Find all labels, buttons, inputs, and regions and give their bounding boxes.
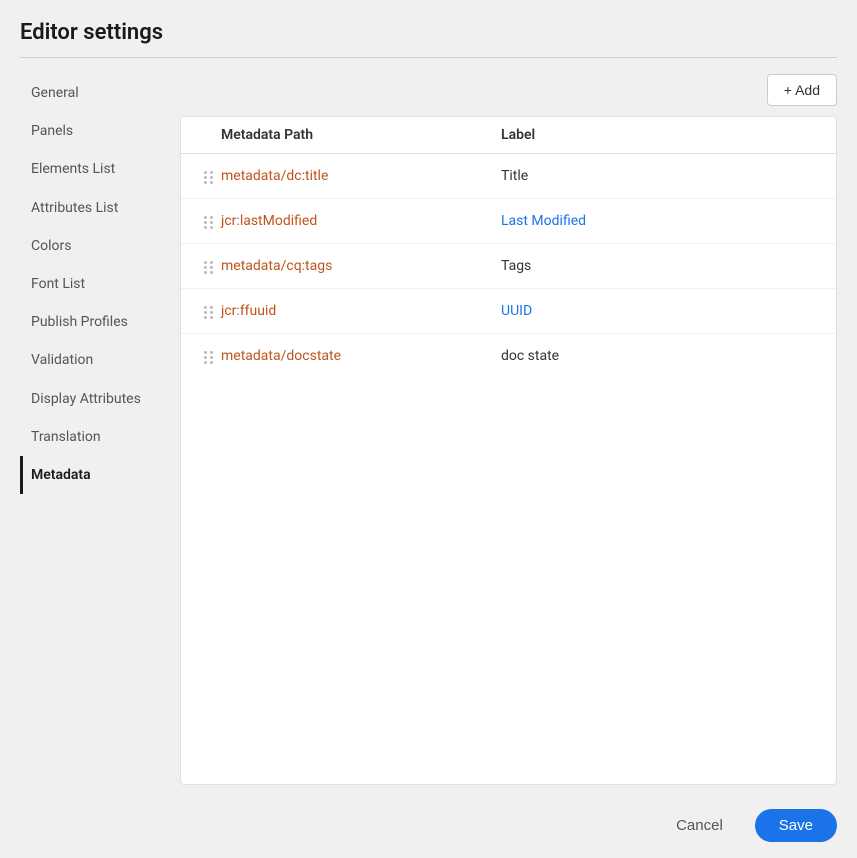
drag-handle-icon[interactable] xyxy=(197,259,221,274)
sidebar-item-metadata[interactable]: Metadata xyxy=(20,456,180,494)
table-row: jcr:lastModifiedLast Modified xyxy=(181,199,836,244)
metadata-path-cell: jcr:lastModified xyxy=(221,213,501,229)
table-header: Metadata Path Label xyxy=(181,117,836,154)
footer: Cancel Save xyxy=(20,793,837,858)
column-header-path: Metadata Path xyxy=(221,127,501,143)
table-row: metadata/dc:titleTitle xyxy=(181,154,836,199)
metadata-path-cell: metadata/dc:title xyxy=(221,168,501,184)
drag-handle-icon[interactable] xyxy=(197,169,221,184)
sidebar-item-general[interactable]: General xyxy=(20,74,180,112)
table-row: jcr:ffuuidUUID xyxy=(181,289,836,334)
sidebar-item-translation[interactable]: Translation xyxy=(20,418,180,456)
table-row: metadata/docstatedoc state xyxy=(181,334,836,378)
metadata-path-cell: metadata/cq:tags xyxy=(221,258,501,274)
sidebar-item-colors[interactable]: Colors xyxy=(20,227,180,265)
cancel-button[interactable]: Cancel xyxy=(656,809,743,842)
drag-handle-icon[interactable] xyxy=(197,349,221,364)
sidebar-item-publish-profiles[interactable]: Publish Profiles xyxy=(20,303,180,341)
table-body: metadata/dc:titleTitlejcr:lastModifiedLa… xyxy=(181,154,836,378)
page-title: Editor settings xyxy=(20,20,837,45)
sidebar-item-panels[interactable]: Panels xyxy=(20,112,180,150)
content-header: + Add xyxy=(180,74,837,106)
sidebar-item-font-list[interactable]: Font List xyxy=(20,265,180,303)
column-header-label: Label xyxy=(501,127,820,143)
drag-handle-icon[interactable] xyxy=(197,214,221,229)
sidebar-item-display-attributes[interactable]: Display Attributes xyxy=(20,380,180,418)
drag-handle-icon[interactable] xyxy=(197,304,221,319)
metadata-label-cell: doc state xyxy=(501,348,820,364)
sidebar-item-attributes-list[interactable]: Attributes List xyxy=(20,189,180,227)
save-button[interactable]: Save xyxy=(755,809,837,842)
sidebar-item-validation[interactable]: Validation xyxy=(20,341,180,379)
add-button[interactable]: + Add xyxy=(767,74,837,106)
metadata-path-cell: metadata/docstate xyxy=(221,348,501,364)
content-area: + Add Metadata Path Label metadata/dc:ti… xyxy=(180,74,837,785)
metadata-label-cell: Title xyxy=(501,168,820,184)
metadata-label-cell: Last Modified xyxy=(501,213,820,229)
metadata-label-cell: Tags xyxy=(501,258,820,274)
metadata-path-cell: jcr:ffuuid xyxy=(221,303,501,319)
metadata-label-cell: UUID xyxy=(501,303,820,319)
metadata-table: Metadata Path Label metadata/dc:titleTit… xyxy=(180,116,837,785)
sidebar-item-elements-list[interactable]: Elements List xyxy=(20,150,180,188)
table-row: metadata/cq:tagsTags xyxy=(181,244,836,289)
sidebar: GeneralPanelsElements ListAttributes Lis… xyxy=(20,74,180,785)
divider xyxy=(20,57,837,58)
